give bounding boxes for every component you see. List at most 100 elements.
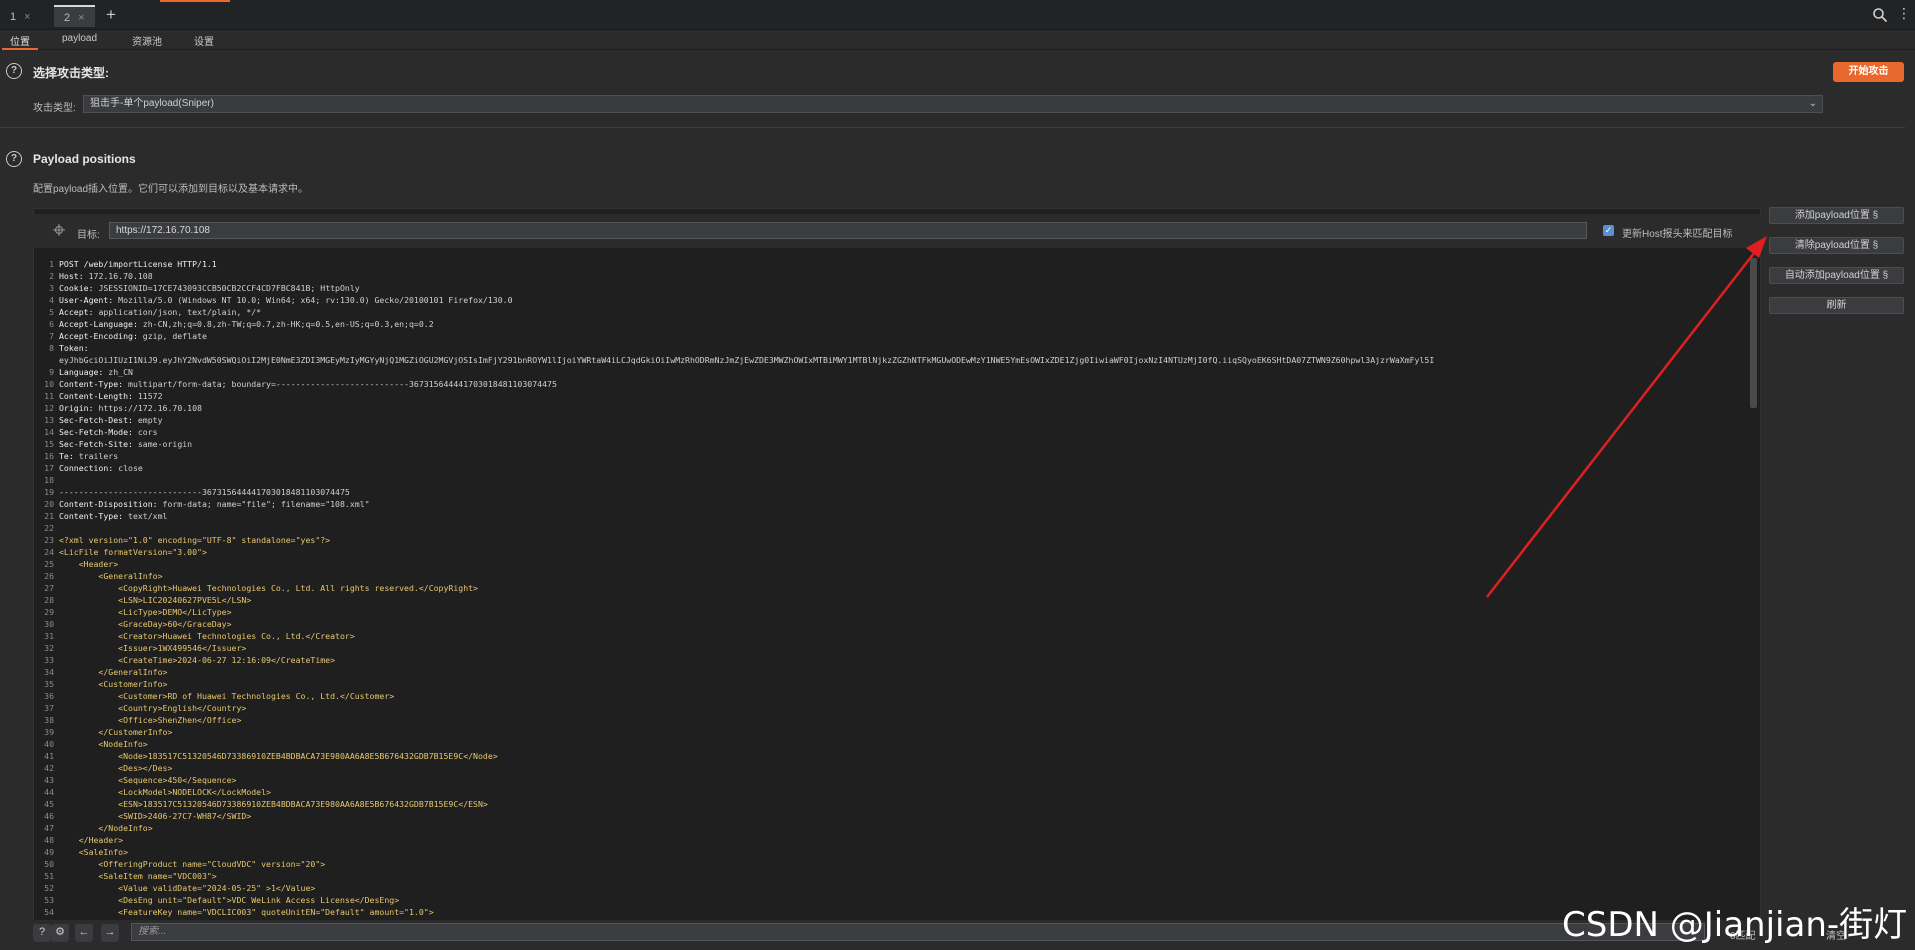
xml-body-text: <Creator>Huawei Technologies Co., Ltd.</… [59, 631, 355, 641]
update-host-checkbox[interactable]: ✓ [1603, 225, 1614, 236]
request-line: 15 Sec-Fetch-Site: same-origin [34, 438, 192, 450]
header-value: https://172.16.70.108 [93, 403, 202, 413]
line-number: 45 [44, 799, 54, 809]
close-icon[interactable]: × [78, 12, 84, 24]
top-tab-strip: 1 × 2 × + ⋮ [0, 0, 1915, 30]
xml-body-text: <Header> [59, 559, 119, 569]
start-attack-button[interactable]: 开始攻击 [1833, 62, 1904, 82]
help-icon[interactable]: ? [33, 924, 51, 942]
search-icon[interactable] [1872, 7, 1888, 23]
tab-resource-pool[interactable]: 资源池 [132, 33, 162, 48]
xml-body-text: <LicFile formatVersion="3.00"> [59, 547, 207, 557]
header-name: Connection: [59, 463, 114, 473]
line-number: 13 [44, 415, 54, 425]
request-line: 43 <Sequence>450</Sequence> [34, 774, 236, 786]
request-line: 9 Language: zh_CN [34, 366, 133, 378]
request-line: 34 </GeneralInfo> [34, 666, 167, 678]
gear-icon[interactable]: ⚙ [51, 924, 69, 942]
request-line: 40 <NodeInfo> [34, 738, 148, 750]
search-input[interactable]: 搜索... [131, 923, 1705, 941]
forward-arrow-icon[interactable]: → [101, 924, 119, 942]
request-line: 11 Content-Length: 11572 [34, 390, 162, 402]
close-icon[interactable]: × [24, 11, 30, 23]
line-number: 46 [44, 811, 54, 821]
request-line: eyJhbGciOiJIUzI1NiJ9.eyJhY2NvdW50SWQiOiI… [34, 354, 1434, 366]
line-number: 33 [44, 655, 54, 665]
header-value: -----------------------------36731564444… [59, 487, 350, 497]
tab-2[interactable]: 2 × [54, 5, 95, 27]
line-number: 9 [49, 367, 54, 377]
line-number: 8 [49, 343, 54, 353]
help-icon[interactable]: ? [6, 151, 22, 167]
add-payload-position-button[interactable]: 添加payload位置 § [1769, 207, 1904, 224]
request-line: 18 [34, 474, 59, 486]
header-value: Mozilla/5.0 (Windows NT 10.0; Win64; x64… [113, 295, 513, 305]
xml-body-text: </GeneralInfo> [59, 667, 168, 677]
xml-body-text: <Des></Des> [59, 763, 173, 773]
attack-type-label: 攻击类型: [33, 103, 76, 114]
tab-1[interactable]: 1 × [0, 6, 41, 28]
header-value: cors [132, 427, 158, 437]
line-number: 43 [44, 775, 54, 785]
help-icon[interactable]: ? [6, 63, 22, 79]
line-number: 29 [44, 607, 54, 617]
line-number: 34 [44, 667, 54, 677]
request-line: 32 <Issuer>1WX499546</Issuer> [34, 642, 246, 654]
accent-line [160, 0, 230, 2]
xml-body-text: <Issuer>1WX499546</Issuer> [59, 643, 247, 653]
payload-positions-description: 配置payload插入位置。它们可以添加到目标以及基本请求中。 [33, 184, 309, 195]
line-number: 14 [44, 427, 54, 437]
request-line: 42 <Des></Des> [34, 762, 172, 774]
xml-body-text: <FeatureKey name="VDCLIC003" quoteUnitEN… [59, 907, 434, 917]
request-line: 53 <DesEng unit="Default">VDC WeLink Acc… [34, 894, 399, 906]
line-number: 19 [44, 487, 54, 497]
add-tab-icon[interactable]: + [106, 5, 116, 25]
request-line: 46 <SWID>2406-27C7-WH87</SWID> [34, 810, 251, 822]
line-number: 27 [44, 583, 54, 593]
request-line: 45 <ESN>183517C51320546D73386910ZEB4BDBA… [34, 798, 488, 810]
tab-positions[interactable]: 位置 [2, 33, 38, 50]
line-number: 2 [49, 271, 54, 281]
chevron-down-icon: ⌄ [1808, 98, 1817, 109]
line-number: 23 [44, 535, 54, 545]
request-line: 16 Te: trailers [34, 450, 118, 462]
auto-add-payload-position-button[interactable]: 自动添加payload位置 § [1769, 267, 1904, 284]
request-line: 28 <LSN>LIC20240627PVE5L</LSN> [34, 594, 251, 606]
editor-scrollbar[interactable] [1750, 258, 1757, 408]
header-name: Content-Length: [59, 391, 133, 401]
request-line: 38 <Office>ShenZhen</Office> [34, 714, 241, 726]
more-menu-icon[interactable]: ⋮ [1897, 5, 1911, 22]
line-number: 21 [44, 511, 54, 521]
line-number: 11 [44, 391, 54, 401]
xml-body-text: <SaleInfo> [59, 847, 129, 857]
request-line: 44 <LockModel>NODELOCK</LockModel> [34, 786, 271, 798]
watermark-text: CSDN @Jianjian-街灯 [1562, 905, 1908, 945]
clear-payload-position-button[interactable]: 清除payload位置 § [1769, 237, 1904, 254]
xml-body-text: <GraceDay>60</GraceDay> [59, 619, 232, 629]
back-arrow-icon[interactable]: ← [75, 924, 93, 942]
request-line: 22 [34, 522, 59, 534]
header-value: JSESSIONID=17CE743093CCB50CB2CCF4CD7FBC8… [93, 283, 360, 293]
header-value: application/json, text/plain, */* [93, 307, 262, 317]
request-line: 24 <LicFile formatVersion="3.00"> [34, 546, 207, 558]
request-editor[interactable]: 1 POST /web/importLicense HTTP/1.1 2 Host: … [34, 258, 1749, 920]
tab-settings[interactable]: 设置 [194, 33, 214, 48]
xml-body-text: </CustomerInfo> [59, 727, 173, 737]
target-field[interactable]: https://172.16.70.108 [109, 222, 1587, 239]
xml-body-text: <?xml version="1.0" encoding="UTF-8" sta… [59, 535, 331, 545]
request-line: 52 <Value validDate="2024-05-25" >1</Val… [34, 882, 315, 894]
request-line: 8 Token: [34, 342, 89, 354]
refresh-button[interactable]: 刷新 [1769, 297, 1904, 314]
xml-body-text: <CreateTime>2024-06-27 12:16:09</CreateT… [59, 655, 336, 665]
request-line: 41 <Node>183517C51320546D73386910ZEB4BDB… [34, 750, 498, 762]
request-line: 50 <OfferingProduct name="CloudVDC" vers… [34, 858, 325, 870]
xml-body-text: <GeneralInfo> [59, 571, 163, 581]
line-number: 32 [44, 643, 54, 653]
line-number: 52 [44, 883, 54, 893]
tab-payload[interactable]: payload [62, 33, 97, 44]
line-number: 39 [44, 727, 54, 737]
xml-body-text: <SWID>2406-27C7-WH87</SWID> [59, 811, 252, 821]
line-number: 6 [49, 319, 54, 329]
attack-type-select[interactable]: 狙击手-单个payload(Sniper) ⌄ [83, 95, 1823, 113]
header-value: empty [132, 415, 163, 425]
